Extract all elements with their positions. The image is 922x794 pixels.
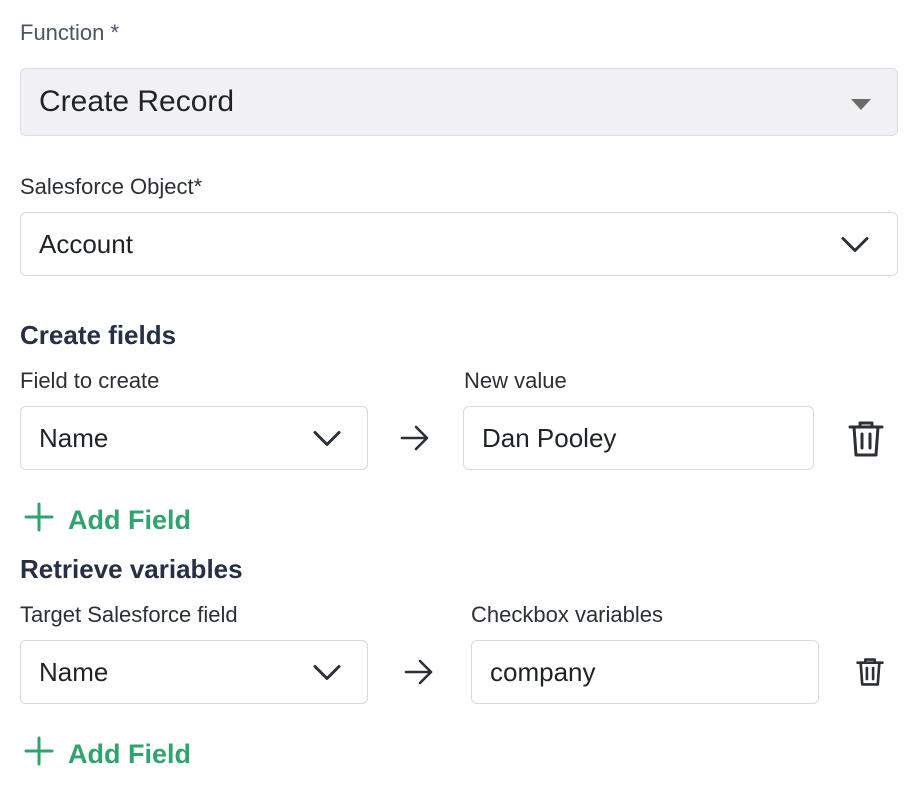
add-field-button-create[interactable]: Add Field	[24, 502, 191, 539]
checkbox-variables-label: Checkbox variables	[471, 602, 663, 627]
add-field-button-retrieve[interactable]: Add Field	[24, 736, 191, 773]
retrieve-variables-heading: Retrieve variables	[20, 554, 243, 584]
new-value-text: Dan Pooley	[482, 422, 617, 453]
plus-icon	[24, 736, 54, 773]
function-label: Function *	[20, 20, 120, 45]
chevron-down-icon	[841, 229, 869, 260]
add-field-label: Add Field	[68, 505, 191, 535]
new-value-label: New value	[464, 368, 567, 393]
checkbox-variables-value: company	[490, 656, 596, 687]
target-salesforce-field-select[interactable]: Name	[20, 640, 368, 704]
arrow-right-icon	[400, 424, 430, 457]
function-select[interactable]: Create Record	[20, 68, 898, 136]
chevron-down-icon	[313, 657, 341, 688]
field-to-create-select[interactable]: Name	[20, 406, 368, 470]
salesforce-object-label: Salesforce Object*	[20, 174, 203, 199]
create-fields-heading: Create fields	[20, 320, 177, 350]
salesforce-object-select[interactable]: Account	[20, 212, 898, 276]
function-select-value: Create Record	[39, 85, 235, 118]
new-value-input[interactable]: Dan Pooley	[463, 406, 814, 470]
caret-down-icon	[851, 85, 871, 119]
checkbox-variables-select[interactable]: company	[471, 640, 819, 704]
trash-icon[interactable]	[848, 420, 884, 463]
chevron-down-icon	[313, 423, 341, 454]
field-to-create-label: Field to create	[20, 368, 160, 393]
target-salesforce-field-label: Target Salesforce field	[20, 602, 238, 627]
add-field-label: Add Field	[68, 739, 191, 769]
plus-icon	[24, 502, 54, 539]
trash-icon[interactable]	[856, 656, 884, 693]
arrow-right-icon	[404, 658, 434, 691]
salesforce-object-value: Account	[39, 228, 133, 259]
